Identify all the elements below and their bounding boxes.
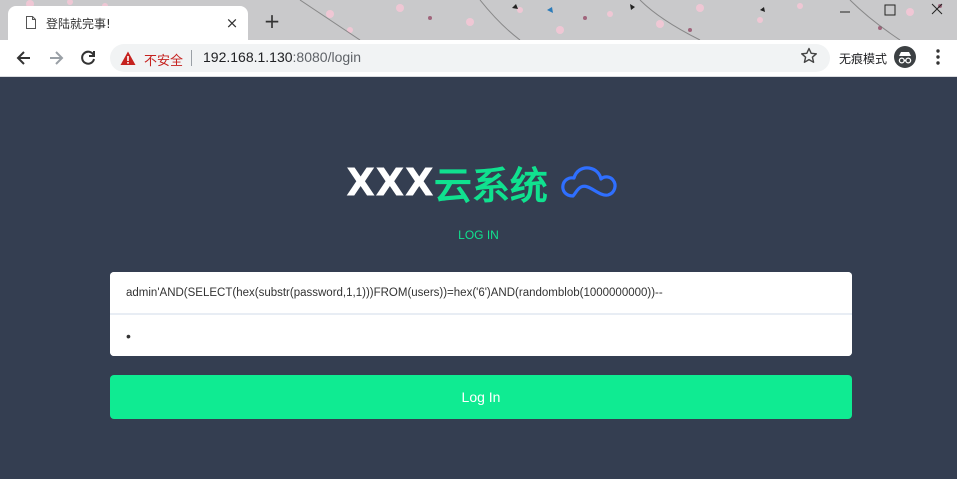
login-button[interactable]: Log In <box>110 375 852 419</box>
more-menu-icon[interactable] <box>932 48 944 66</box>
tab-title: 登陆就完事! <box>46 17 111 31</box>
new-tab-button[interactable]: + <box>262 11 282 31</box>
reload-icon[interactable] <box>78 48 98 68</box>
browser-window: 登陆就完事! × + 不安全 192.168.1.130:8080/login … <box>0 0 957 479</box>
address-bar[interactable]: 不安全 192.168.1.130:8080/login <box>110 44 830 72</box>
maximize-icon[interactable] <box>880 2 900 18</box>
close-icon[interactable]: × <box>224 15 240 31</box>
login-page: XXX云系统 LOG IN Log In <box>0 77 957 479</box>
back-arrow-icon[interactable] <box>14 48 34 68</box>
url-port-path: :8080/login <box>292 49 362 65</box>
login-form <box>110 272 852 356</box>
logo-text: XXX云系统 <box>346 155 619 210</box>
url-host: 192.168.1.130 <box>203 49 293 65</box>
incognito-icon[interactable] <box>894 46 916 68</box>
insecure-label[interactable]: 不安全 <box>144 50 183 69</box>
minimize-icon[interactable] <box>836 2 856 18</box>
url-text[interactable]: 192.168.1.130:8080/login <box>203 49 361 65</box>
username-input[interactable] <box>110 272 852 314</box>
active-tab[interactable]: 登陆就完事! × <box>8 6 248 40</box>
forward-arrow-icon[interactable] <box>46 48 66 68</box>
login-heading: LOG IN <box>458 228 499 242</box>
window-close-icon[interactable] <box>928 2 948 18</box>
warning-icon <box>120 51 136 65</box>
incognito-label[interactable]: 无痕模式 <box>839 50 887 67</box>
cloud-icon <box>561 165 617 198</box>
password-input[interactable] <box>110 315 852 356</box>
site-logo: XXX云系统 <box>0 155 957 208</box>
bookmark-star-icon[interactable] <box>800 47 818 65</box>
tab-strip: 登陆就完事! × + <box>0 0 957 40</box>
address-separator <box>191 50 192 66</box>
logo-prefix: XXX <box>345 160 434 205</box>
page-icon <box>26 16 36 29</box>
logo-suffix: 云系统 <box>433 164 548 208</box>
